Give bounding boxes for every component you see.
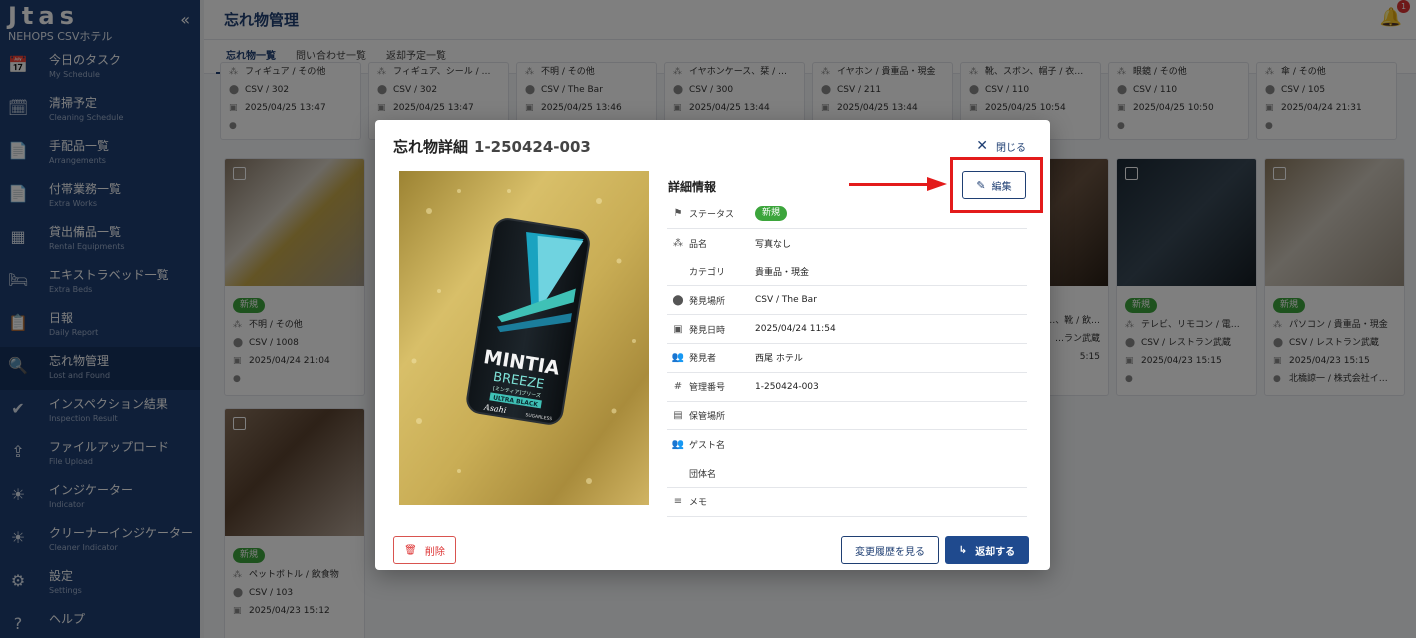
row-value: CSV / The Bar — [755, 295, 817, 306]
row-label: 管理番号 — [689, 383, 726, 394]
detail-modal: 忘れ物詳細 1-250424-003 ✕ 閉じる MINTIA BREEZE [… — [375, 120, 1050, 570]
row-value: 西尾 ホテル — [755, 354, 803, 365]
storage-icon: ▤ — [673, 409, 683, 421]
history-button[interactable]: 変更履歴を見る — [841, 536, 939, 564]
item-photo: MINTIA BREEZE [ミンティア]ブリーズ ULTRA BLACK As… — [399, 171, 649, 505]
row-found-location: ⬤ 発見場所 CSV / The Bar — [667, 286, 1027, 316]
flag-icon: ⚑ — [673, 208, 683, 220]
row-category: カテゴリ 貴重品・現金 — [667, 258, 1027, 287]
row-label: 保管場所 — [689, 411, 726, 422]
row-label: 発見日時 — [689, 325, 726, 336]
row-label: メモ — [689, 498, 708, 509]
row-value: 2025/04/24 11:54 — [755, 324, 836, 335]
hash-icon: # — [673, 381, 683, 393]
people-icon: 👥 — [671, 439, 685, 451]
detail-rows: ⚑ ステータス 新規 ⁂ 品名 写真なしカテゴリ 貴重品・現金 ⬤ 発見場所 CSV / The … — [667, 200, 1027, 517]
modal-title-text: 忘れ物詳細 — [393, 138, 469, 156]
annotation-highlight-box — [950, 157, 1043, 213]
row-label: ゲスト名 — [689, 441, 726, 452]
row-value: 1-250424-003 — [755, 381, 819, 392]
location-pin-icon: ⬤ — [672, 294, 684, 306]
close-label: 閉じる — [996, 142, 1026, 154]
row-label: 品名 — [689, 239, 708, 250]
delete-button[interactable]: 🗑 削除 — [393, 536, 456, 564]
row-group-name: 団体名 — [667, 459, 1027, 488]
row-storage-location: ▤ 保管場所 — [667, 402, 1027, 431]
return-arrow-icon: ↳ — [958, 544, 968, 556]
row-found-datetime: ▣ 発見日時 2025/04/24 11:54 — [667, 315, 1027, 344]
return-label: 返却する — [975, 546, 1016, 558]
row-memo: ≡ メモ — [667, 488, 1027, 517]
trash-icon: 🗑 — [404, 544, 417, 556]
delete-label: 削除 — [424, 546, 445, 558]
annotation-arrow-line — [849, 183, 929, 186]
mintia-photo-image: MINTIA BREEZE [ミンティア]ブリーズ ULTRA BLACK As… — [399, 171, 649, 505]
row-value: 貴重品・現金 — [755, 267, 810, 278]
row-guest-name: 👥 ゲスト名 — [667, 430, 1027, 459]
row-value: 写真なし — [755, 239, 792, 250]
category-icon: ⁂ — [673, 237, 683, 249]
row-management-number: # 管理番号 1-250424-003 — [667, 373, 1027, 402]
close-icon: ✕ — [976, 138, 988, 154]
status-chip: 新規 — [755, 206, 788, 222]
row-item-name: ⁂ 品名 写真なし — [667, 229, 1027, 258]
row-label: 発見場所 — [689, 296, 726, 307]
calendar-icon: ▣ — [673, 323, 683, 335]
modal-title: 忘れ物詳細 1-250424-003 — [393, 136, 591, 157]
detail-section-title: 詳細情報 — [668, 180, 717, 194]
row-label: 団体名 — [689, 469, 717, 480]
row-label: ステータス — [689, 210, 735, 221]
annotation-arrow-head — [927, 177, 947, 191]
row-label: 発見者 — [689, 354, 717, 365]
row-finder: 👥 発見者 西尾 ホテル — [667, 344, 1027, 373]
return-button[interactable]: ↳ 返却する — [945, 536, 1029, 564]
people-icon: 👥 — [671, 352, 685, 364]
row-label: カテゴリ — [689, 267, 726, 278]
notes-icon: ≡ — [673, 496, 683, 508]
modal-item-number: 1-250424-003 — [474, 138, 591, 156]
close-button[interactable]: ✕ 閉じる — [976, 138, 1026, 154]
